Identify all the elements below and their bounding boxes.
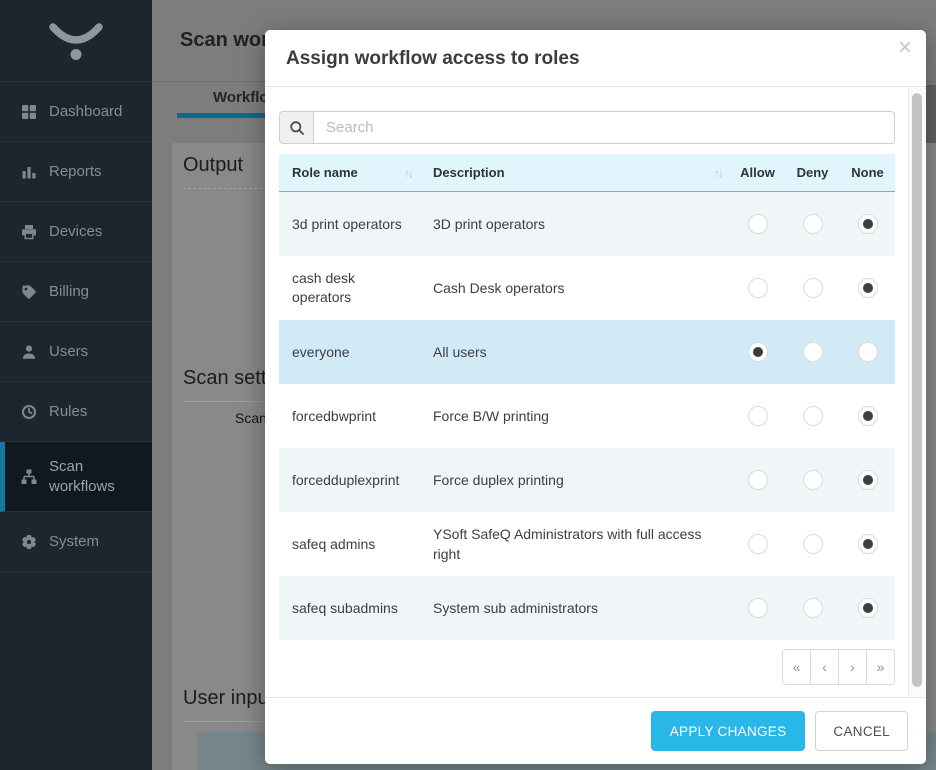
cancel-button[interactable]: CANCEL	[815, 711, 908, 751]
reports-icon	[21, 164, 37, 180]
description-cell: Force B/W printing	[421, 406, 730, 426]
radio-none[interactable]	[858, 406, 878, 426]
radio-none[interactable]	[858, 278, 878, 298]
sidebar-item-rules[interactable]: Rules	[0, 382, 152, 442]
table-row: cash desk operators Cash Desk operators	[279, 256, 895, 320]
table-row: safeq admins YSoft SafeQ Administrators …	[279, 512, 895, 576]
sidebar-item-label: Rules	[49, 402, 87, 422]
first-page-button[interactable]: «	[782, 649, 811, 685]
radio-allow[interactable]	[748, 342, 768, 362]
sidebar-item-reports[interactable]: Reports	[0, 142, 152, 202]
radio-deny[interactable]	[803, 534, 823, 554]
next-page-button[interactable]: ›	[838, 649, 867, 685]
modal-footer: APPLY CHANGES CANCEL	[265, 697, 926, 764]
sidebar-item-system[interactable]: System	[0, 512, 152, 572]
assign-roles-modal: Assign workflow access to roles × Role n…	[265, 30, 926, 764]
modal-scrollbar-track	[908, 88, 926, 697]
table-row: 3d print operators 3D print operators	[279, 192, 895, 256]
search-bar	[279, 111, 895, 144]
column-header-deny: Deny	[785, 165, 840, 180]
radio-deny[interactable]	[803, 598, 823, 618]
radio-allow[interactable]	[748, 278, 768, 298]
radio-deny[interactable]	[803, 470, 823, 490]
role-name-cell: 3d print operators	[279, 215, 421, 234]
description-cell: System sub administrators	[421, 598, 730, 618]
description-cell: All users	[421, 342, 730, 362]
radio-allow[interactable]	[748, 214, 768, 234]
sidebar-nav: Dashboard Reports Devices Billing Users …	[0, 82, 152, 572]
role-name-cell: cash desk operators	[279, 269, 421, 307]
role-name-cell: safeq admins	[279, 535, 421, 554]
radio-allow[interactable]	[748, 598, 768, 618]
sidebar-item-label: System	[49, 532, 99, 552]
sidebar-item-users[interactable]: Users	[0, 322, 152, 382]
modal-scrollbar-thumb[interactable]	[912, 93, 922, 687]
table-row: safeq subadmins System sub administrator…	[279, 576, 895, 640]
radio-none[interactable]	[858, 470, 878, 490]
radio-allow[interactable]	[748, 470, 768, 490]
description-cell: YSoft SafeQ Administrators with full acc…	[421, 524, 730, 564]
table-row: forcedbwprint Force B/W printing	[279, 384, 895, 448]
column-header-allow: Allow	[730, 165, 785, 180]
radio-deny[interactable]	[803, 214, 823, 234]
pagination: «‹›»	[279, 649, 895, 685]
radio-none[interactable]	[858, 598, 878, 618]
rules-icon	[21, 404, 37, 420]
devices-icon	[21, 224, 37, 240]
sidebar-item-scan-workflows[interactable]: Scan workflows	[0, 442, 152, 512]
system-icon	[21, 534, 37, 550]
radio-allow[interactable]	[748, 534, 768, 554]
last-page-button[interactable]: »	[866, 649, 895, 685]
role-name-cell: forcedduplexprint	[279, 471, 421, 490]
radio-none[interactable]	[858, 534, 878, 554]
sidebar-item-devices[interactable]: Devices	[0, 202, 152, 262]
sidebar-item-label: Dashboard	[49, 102, 122, 122]
sidebar-item-dashboard[interactable]: Dashboard	[0, 82, 152, 142]
scan-workflows-icon	[21, 469, 37, 485]
search-icon	[279, 111, 313, 144]
apply-changes-button[interactable]: APPLY CHANGES	[651, 711, 806, 751]
sidebar-item-label: Devices	[49, 222, 102, 242]
column-header-role-name[interactable]: Role name ↑↓	[279, 165, 421, 180]
role-name-cell: safeq subadmins	[279, 599, 421, 618]
users-icon	[21, 344, 37, 360]
role-name-cell: everyone	[279, 343, 421, 362]
column-header-description[interactable]: Description ↑↓	[421, 165, 730, 180]
role-name-cell: forcedbwprint	[279, 407, 421, 426]
sidebar-item-label: Scan workflows	[49, 457, 142, 497]
table-row: forcedduplexprint Force duplex printing	[279, 448, 895, 512]
modal-header: Assign workflow access to roles ×	[265, 30, 926, 87]
sidebar: Dashboard Reports Devices Billing Users …	[0, 0, 152, 770]
sort-icon: ↑↓	[404, 166, 412, 180]
radio-none[interactable]	[858, 342, 878, 362]
description-cell: Cash Desk operators	[421, 278, 730, 298]
sidebar-item-label: Billing	[49, 282, 89, 302]
modal-title: Assign workflow access to roles	[265, 30, 926, 88]
logo	[0, 0, 152, 82]
radio-deny[interactable]	[803, 342, 823, 362]
roles-table-header: Role name ↑↓ Description ↑↓ Allow Deny N…	[279, 154, 895, 192]
sidebar-item-label: Users	[49, 342, 88, 362]
search-input[interactable]	[313, 111, 895, 144]
ysoft-logo-icon	[45, 19, 107, 63]
scan-form-label: Scan	[235, 410, 267, 426]
column-header-none: None	[840, 165, 895, 180]
radio-allow[interactable]	[748, 406, 768, 426]
radio-none[interactable]	[858, 214, 878, 234]
sidebar-item-billing[interactable]: Billing	[0, 262, 152, 322]
radio-deny[interactable]	[803, 406, 823, 426]
sidebar-item-label: Reports	[49, 162, 102, 182]
radio-deny[interactable]	[803, 278, 823, 298]
modal-body: Role name ↑↓ Description ↑↓ Allow Deny N…	[265, 88, 908, 697]
table-row: everyone All users	[279, 320, 895, 384]
description-cell: Force duplex printing	[421, 470, 730, 490]
description-cell: 3D print operators	[421, 214, 730, 234]
billing-icon	[21, 284, 37, 300]
roles-table: Role name ↑↓ Description ↑↓ Allow Deny N…	[279, 154, 895, 640]
dashboard-icon	[21, 104, 37, 120]
sort-icon: ↑↓	[714, 166, 722, 180]
close-icon[interactable]: ×	[898, 36, 912, 60]
prev-page-button[interactable]: ‹	[810, 649, 839, 685]
